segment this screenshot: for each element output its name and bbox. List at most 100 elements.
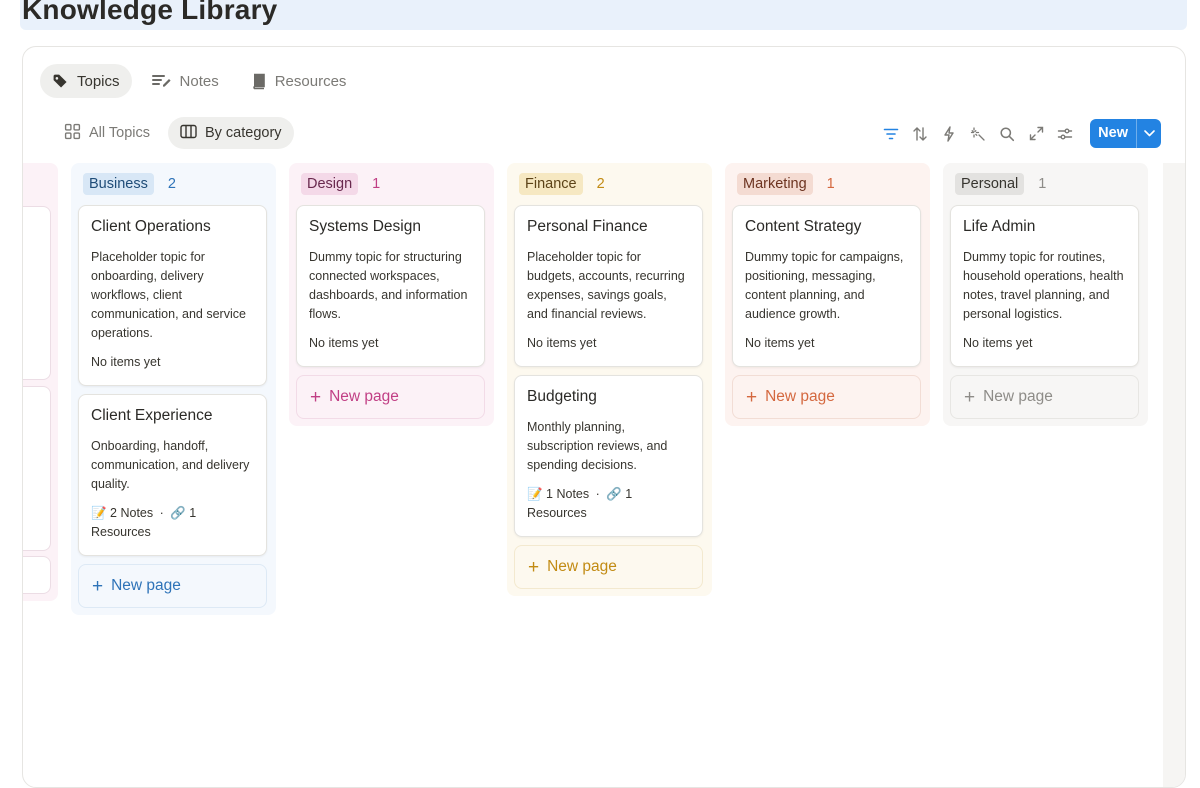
subtab-by-category[interactable]: By category (167, 117, 294, 149)
database-panel: Topics Notes Resources All Topics By cat… (22, 46, 1186, 788)
subtab-all-topics[interactable]: All Topics (52, 117, 162, 149)
plus-icon: + (746, 386, 758, 408)
tab-label: Notes (179, 72, 219, 90)
card-description: Dummy topic for routines, household oper… (963, 250, 1124, 321)
notes-count[interactable]: 📝 1 Notes (527, 487, 589, 501)
plus-icon: + (964, 386, 976, 408)
toolbar: New (882, 119, 1161, 148)
topic-card[interactable]: Life Admin Dummy topic for routines, hous… (950, 205, 1139, 367)
plus-icon: + (92, 575, 104, 597)
card-description: Onboarding, handoff, communication, and … (91, 439, 250, 491)
board: Business 2 Client Operations Placeholder to… (23, 163, 1185, 787)
subtab-label: By category (204, 125, 282, 141)
search-icon[interactable] (998, 125, 1016, 143)
card-title: Life Admin (963, 218, 1036, 235)
topic-card[interactable]: Systems Design Dummy topic for structurin… (296, 205, 485, 367)
resources-count[interactable]: 🔗 1 (606, 487, 632, 501)
new-page-button[interactable]: + New page (732, 375, 921, 419)
board-column: Personal 1 Life Admin Dummy topic for routi… (943, 163, 1148, 426)
partial-column (1163, 163, 1185, 787)
view-tabs: Topics Notes Resources (40, 64, 358, 98)
board-column: Business 2 Client Operations Placeholder to… (71, 163, 276, 615)
lightning-icon[interactable] (940, 125, 958, 143)
settings-icon[interactable] (1056, 125, 1074, 143)
tab-topics[interactable]: Topics (40, 64, 132, 98)
card-relations: 📝 2 Notes · 🔗 1 (91, 504, 254, 523)
card-relations: 📝 1 Notes · 🔗 1 (527, 485, 690, 504)
board-column: Design 1 Systems Design Dummy topic for str… (289, 163, 494, 426)
separator-dot: · (156, 506, 168, 520)
subtab-label: All Topics (89, 125, 150, 141)
new-page-button[interactable]: + New page (514, 545, 703, 589)
book-icon (251, 73, 267, 90)
card-status: No items yet (527, 336, 597, 350)
column-count: 1 (372, 176, 381, 192)
plus-icon: + (310, 386, 322, 408)
column-header: Finance 2 (507, 163, 712, 205)
separator-dot: · (592, 487, 604, 501)
topic-card[interactable]: Client Operations Placeholder topic for o… (78, 205, 267, 386)
card-description: Placeholder topic for onboarding, delive… (91, 250, 246, 340)
category-badge[interactable]: Design (301, 173, 359, 195)
tab-label: Topics (77, 72, 120, 90)
resources-label: Resources (91, 525, 151, 539)
resources-count[interactable]: 🔗 1 (170, 506, 196, 520)
chevron-down-icon[interactable] (1136, 119, 1161, 148)
column-count: 1 (826, 176, 835, 192)
tab-resources[interactable]: Resources (239, 64, 359, 98)
topic-card[interactable]: Personal Finance Placeholder topic for bu… (514, 205, 703, 367)
card-status: No items yet (309, 336, 379, 350)
column-header: Design 1 (289, 163, 494, 205)
sort-icon[interactable] (911, 125, 929, 143)
category-badge[interactable]: Marketing (737, 173, 813, 195)
card-status: No items yet (745, 336, 815, 350)
new-page-label: New page (983, 388, 1053, 405)
columns-icon (180, 124, 197, 143)
new-page-label: New page (765, 388, 835, 405)
new-button-label: New (1098, 125, 1128, 141)
board-column: Marketing 1 Content Strategy Dummy topic fo… (725, 163, 930, 426)
new-page-button[interactable]: + New page (950, 375, 1139, 419)
category-badge[interactable]: Business (83, 173, 154, 195)
topic-card[interactable]: Content Strategy Dummy topic for campaign… (732, 205, 921, 367)
notes-count[interactable]: 📝 2 Notes (91, 506, 153, 520)
filter-icon[interactable] (882, 125, 900, 143)
card-description: Placeholder topic for budgets, accounts,… (527, 250, 685, 321)
subtabs: All Topics By category (52, 117, 294, 149)
column-count: 2 (167, 176, 176, 192)
partial-card (23, 206, 51, 380)
partial-card (23, 556, 51, 594)
card-title: Content Strategy (745, 218, 862, 235)
resources-label: Resources (527, 506, 587, 520)
card-description: Dummy topic for structuring connected wo… (309, 250, 468, 321)
column-header: Marketing 1 (725, 163, 930, 205)
new-page-button[interactable]: + New page (78, 564, 267, 608)
card-title: Client Operations (91, 218, 211, 235)
sparkle-icon[interactable] (969, 125, 987, 143)
topic-card[interactable]: Client Experience Onboarding, handoff, co… (78, 394, 267, 556)
card-description: Dummy topic for campaigns, positioning, … (745, 250, 904, 321)
card-title: Budgeting (527, 388, 597, 405)
partial-card (23, 386, 51, 551)
tag-icon (52, 73, 69, 90)
column-header: Business 2 (71, 163, 276, 205)
card-description: Monthly planning, subscription reviews, … (527, 420, 668, 472)
new-button[interactable]: New (1090, 119, 1161, 148)
grid-icon (64, 123, 81, 144)
board-column: Finance 2 Personal Finance Placeholder topi… (507, 163, 712, 596)
expand-icon[interactable] (1027, 125, 1045, 143)
page-title: Knowledge Library (22, 0, 278, 25)
category-badge[interactable]: Personal (955, 173, 1025, 195)
card-title: Systems Design (309, 218, 421, 235)
new-page-button[interactable]: + New page (296, 375, 485, 419)
column-count: 2 (596, 176, 605, 192)
new-page-label: New page (547, 558, 617, 575)
card-status: No items yet (963, 336, 1033, 350)
category-badge[interactable]: Finance (519, 173, 583, 195)
tab-label: Resources (274, 72, 347, 90)
topic-card[interactable]: Budgeting Monthly planning, subscription … (514, 375, 703, 537)
notes-icon (151, 73, 172, 89)
tab-notes[interactable]: Notes (140, 64, 231, 98)
plus-icon: + (528, 556, 540, 578)
card-title: Personal Finance (527, 218, 648, 235)
